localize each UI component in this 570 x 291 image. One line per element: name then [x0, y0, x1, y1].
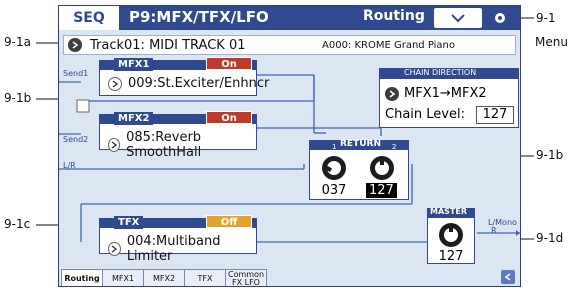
tab-routing[interactable]: Routing	[61, 269, 103, 286]
mfx2-panel: MFX2 On 085:Reverb SmoothHall	[99, 111, 257, 160]
lr-label: L/R	[63, 161, 76, 170]
chain-direction-panel: CHAIN DIRECTION MFX1→MFX2 Chain Level: 1…	[379, 68, 519, 128]
tab-mfx2[interactable]: MFX2	[143, 269, 185, 286]
chain-direction-select[interactable]: MFX1→MFX2	[385, 86, 487, 101]
send1-label: Send1	[63, 69, 89, 78]
chain-popup-icon[interactable]	[385, 86, 399, 101]
return1-knob[interactable]	[322, 156, 346, 180]
screen: SEQ P9:MFX/TFX/LFO Routing Track01: MIDI…	[58, 5, 521, 287]
mfx1-on-button[interactable]: On	[206, 57, 252, 70]
tfx-effect-select[interactable]: 004:Multiband Limiter	[108, 234, 256, 264]
return-ch1-label: 1	[332, 143, 337, 151]
return-panel: RETURN 1 2 037 127	[309, 139, 409, 200]
mfx1-effect-select[interactable]: 009:St.Exciter/Enhncr	[108, 76, 269, 91]
send2-label: Send2	[63, 135, 89, 144]
chain-direction-title: CHAIN DIRECTION	[404, 68, 477, 77]
mfx1-popup-icon[interactable]	[108, 76, 122, 91]
master-knob[interactable]	[439, 223, 463, 247]
tfx-title: TFX	[114, 216, 144, 229]
tfx-panel: TFX Off 004:Multiband Limiter	[99, 215, 257, 264]
mfx2-effect-name: 085:Reverb SmoothHall	[126, 130, 202, 160]
chain-level-field[interactable]: 127	[476, 106, 514, 124]
return2-knob[interactable]	[370, 156, 394, 180]
mfx2-title: MFX2	[114, 112, 154, 125]
chevron-left-icon[interactable]	[501, 270, 515, 284]
master-panel: MASTER 127	[427, 207, 475, 264]
mfx1-panel: MFX1 On 009:St.Exciter/Enhncr	[99, 57, 269, 96]
return-ch2-label: 2	[392, 143, 397, 151]
mfx2-effect-select[interactable]: 085:Reverb SmoothHall	[108, 130, 256, 160]
mfx1-effect-name: 009:St.Exciter/Enhncr	[128, 76, 270, 91]
master-value[interactable]: 127	[434, 249, 468, 264]
tab-tfx[interactable]: TFX	[184, 269, 226, 286]
tfx-effect-name: 004:Multiband Limiter	[126, 234, 221, 264]
chain-level-label: Chain Level:	[385, 107, 465, 122]
bottom-tab-bar: Routing MFX1 MFX2 TFX Common FX LFO	[61, 269, 267, 286]
mfx2-popup-icon[interactable]	[108, 138, 121, 152]
tab-mfx1[interactable]: MFX1	[102, 269, 144, 286]
tfx-popup-icon[interactable]	[108, 242, 121, 256]
tfx-on-button[interactable]: Off	[206, 215, 252, 228]
return1-value[interactable]: 037	[317, 183, 351, 198]
return-title: RETURN	[340, 139, 381, 149]
output-label-r: R	[491, 226, 497, 235]
return2-value[interactable]: 127	[366, 183, 397, 198]
mfx2-on-button[interactable]: On	[206, 111, 252, 124]
chain-direction-value: MFX1→MFX2	[404, 86, 487, 101]
master-title: MASTER	[430, 207, 467, 216]
tab-common-fx-lfo[interactable]: Common FX LFO	[225, 269, 267, 286]
mfx1-title: MFX1	[114, 58, 154, 71]
